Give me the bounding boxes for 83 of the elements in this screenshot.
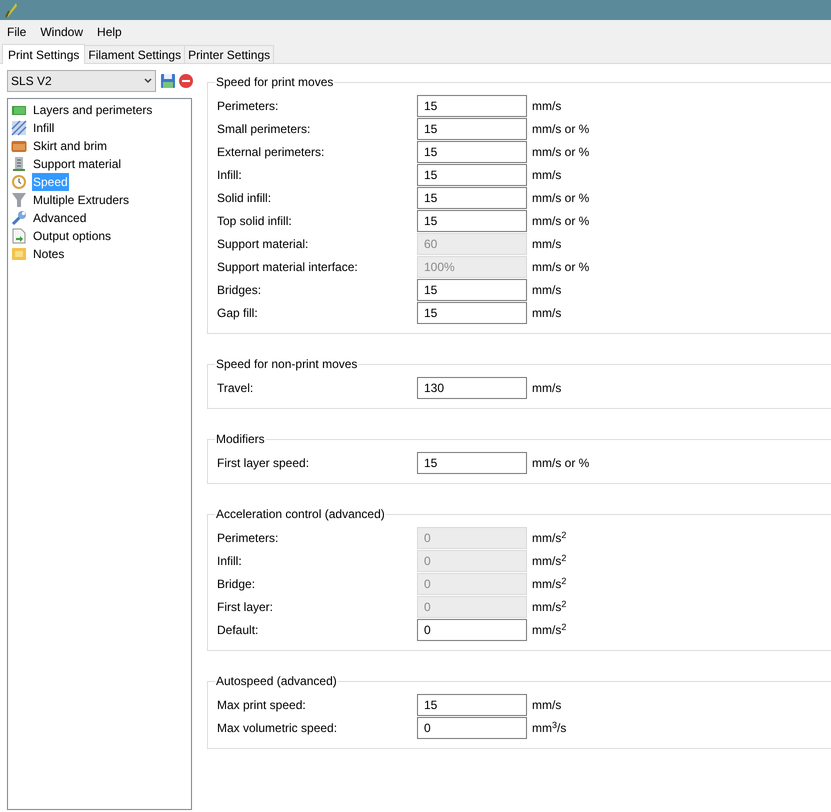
input-field[interactable]: 15 (417, 118, 527, 140)
input-field[interactable]: 0 (417, 619, 527, 641)
input-field[interactable]: 15 (417, 187, 527, 209)
clock-icon (11, 174, 27, 190)
tree-item[interactable]: Notes (32, 245, 66, 263)
tab[interactable]: Printer Settings (184, 45, 274, 63)
input-field[interactable]: 15 (417, 164, 527, 186)
group-title: Speed for print moves (215, 74, 334, 91)
input-field[interactable]: 15 (417, 694, 527, 716)
field-label: Bridge: (217, 576, 256, 593)
field-label: Support material: (217, 236, 310, 253)
unit-label: mm/s$^{2}$ (532, 552, 566, 570)
unit-label: mm$^{3}$/s (532, 719, 566, 737)
chevron-down-icon (144, 78, 152, 84)
field-label: Travel: (217, 380, 254, 397)
box-icon (11, 138, 27, 154)
unit-label: mm/s (532, 167, 562, 184)
group-title: Autospeed (advanced) (215, 673, 338, 690)
field-label: Solid infill: (217, 190, 272, 207)
field-label: First layer: (217, 599, 274, 616)
input-field[interactable]: 15 (417, 279, 527, 301)
tree-item[interactable]: Output options (32, 227, 112, 245)
field-label: Default: (217, 622, 260, 639)
delete-icon[interactable] (178, 73, 194, 89)
unit-label: mm/s or % (532, 213, 590, 230)
input-field[interactable]: 15 (417, 141, 527, 163)
note-icon (11, 246, 27, 262)
unit-label: mm/s$^{2}$ (532, 575, 566, 593)
unit-label: mm/s (532, 697, 562, 714)
unit-label: mm/s or % (532, 144, 590, 161)
tab[interactable]: Print Settings (2, 44, 86, 64)
field-label: Perimeters: (217, 530, 280, 547)
group-title: Acceleration control (advanced) (215, 506, 386, 523)
tree-item[interactable]: Skirt and brim (32, 137, 108, 155)
group-title: Modifiers (215, 431, 266, 448)
unit-label: mm/s (532, 98, 562, 115)
building-icon (11, 156, 27, 172)
tree-item[interactable]: Support material (32, 155, 122, 173)
unit-label: mm/s or % (532, 190, 590, 207)
funnel-icon (11, 192, 27, 208)
unit-label: mm/s$^{2}$ (532, 621, 566, 639)
tab[interactable]: Filament Settings (84, 45, 186, 63)
menu-item[interactable]: Help (97, 23, 122, 41)
input-field[interactable]: 15 (417, 95, 527, 117)
wrench-icon (11, 210, 27, 226)
field-label: Max volumetric speed: (217, 720, 338, 737)
app-icon (4, 2, 18, 18)
unit-label: mm/s (532, 305, 562, 322)
tree-item[interactable]: Layers and perimeters (32, 101, 154, 119)
field-label: Infill: (217, 553, 243, 570)
unit-label: mm/s$^{2}$ (532, 529, 566, 547)
field-label: Max print speed: (217, 697, 307, 714)
hatch-icon (11, 120, 27, 136)
tree-item[interactable]: Advanced (32, 209, 88, 227)
menu-item[interactable]: File (7, 23, 26, 41)
unit-label: mm/s (532, 380, 562, 397)
field-label: Bridges: (217, 282, 262, 299)
field-label: First layer speed: (217, 455, 310, 472)
tree-item[interactable]: Multiple Extruders (32, 191, 130, 209)
document-arrow-icon (11, 228, 27, 244)
unit-label: mm/s or % (532, 121, 590, 138)
unit-label: mm/s (532, 236, 562, 253)
tree-item[interactable]: Infill (32, 119, 56, 137)
unit-label: mm/s or % (532, 259, 590, 276)
input-field[interactable]: 15 (417, 210, 527, 232)
field-label: External perimeters: (217, 144, 326, 161)
group-title: Speed for non-print moves (215, 356, 358, 373)
menu-item[interactable]: Window (40, 23, 84, 41)
input-field[interactable]: 15 (417, 302, 527, 324)
unit-label: mm/s (532, 282, 562, 299)
field-label: Top solid infill: (217, 213, 293, 230)
field-label: Small perimeters: (217, 121, 312, 138)
input-field[interactable]: 0 (417, 717, 527, 739)
unit-label: mm/s or % (532, 455, 590, 472)
field-label: Support material interface: (217, 259, 359, 276)
field-label: Gap fill: (217, 305, 259, 322)
save-icon[interactable] (160, 73, 176, 89)
field-label: Perimeters: (217, 98, 280, 115)
input-field[interactable]: 130 (417, 377, 527, 399)
unit-label: mm/s$^{2}$ (532, 598, 566, 616)
field-label: Infill: (217, 167, 243, 184)
input-field[interactable]: 15 (417, 452, 527, 474)
preset-dropdown[interactable]: SLS V2 (7, 70, 156, 92)
